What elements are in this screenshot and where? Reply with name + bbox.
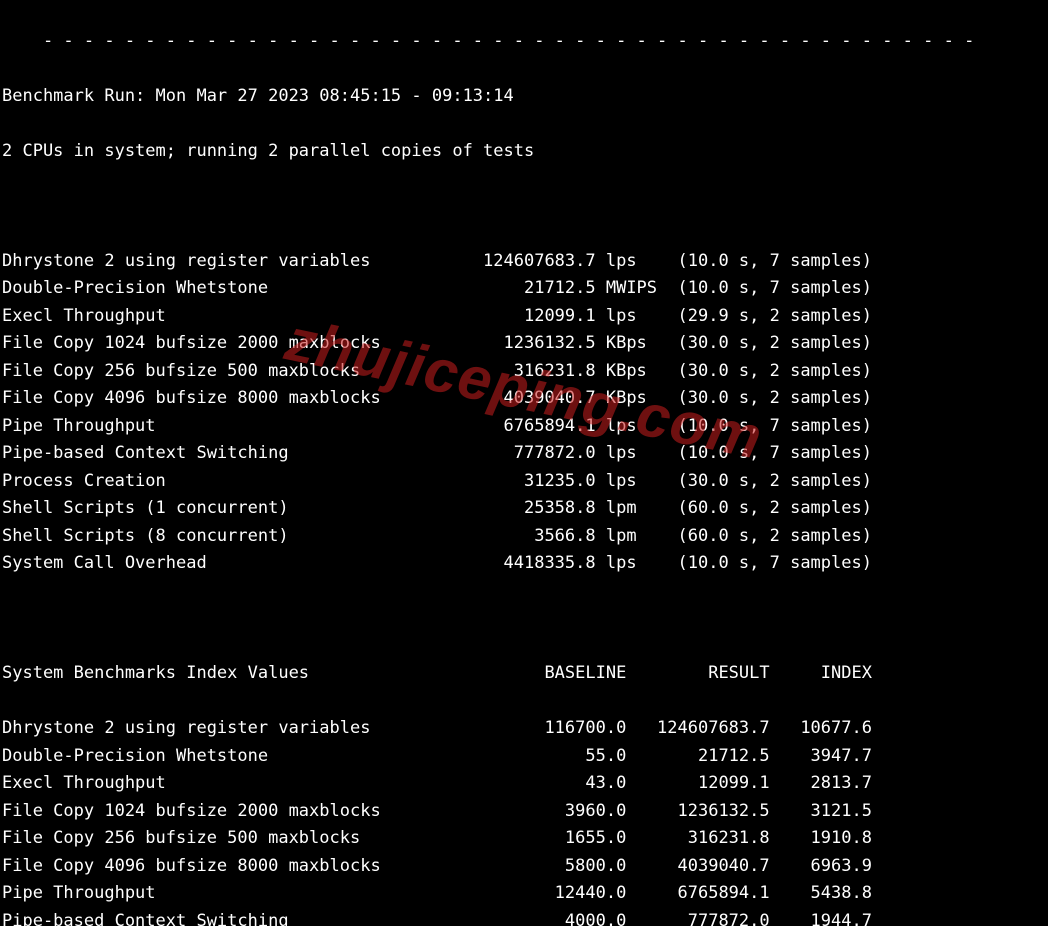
index-row: File Copy 256 bufsize 500 maxblocks 1655… — [2, 825, 1048, 853]
result-row: Shell Scripts (1 concurrent) 25358.8 lpm… — [2, 495, 1048, 523]
index-row: Pipe Throughput 12440.0 6765894.1 5438.8 — [2, 880, 1048, 908]
result-row: File Copy 1024 bufsize 2000 maxblocks 12… — [2, 330, 1048, 358]
index-header-row: System Benchmarks Index Values BASELINE … — [2, 660, 1048, 688]
result-row: Process Creation 31235.0 lps (30.0 s, 2 … — [2, 468, 1048, 496]
result-row: Double-Precision Whetstone 21712.5 MWIPS… — [2, 275, 1048, 303]
index-row: Double-Precision Whetstone 55.0 21712.5 … — [2, 743, 1048, 771]
benchmark-run-line: Benchmark Run: Mon Mar 27 2023 08:45:15 … — [2, 83, 1048, 111]
index-row: Dhrystone 2 using register variables 116… — [2, 715, 1048, 743]
blank-line — [2, 193, 1048, 221]
divider-line: - - - - - - - - - - - - - - - - - - - - … — [2, 28, 1048, 56]
terminal-output: - - - - - - - - - - - - - - - - - - - - … — [0, 0, 1048, 926]
result-row: Pipe Throughput 6765894.1 lps (10.0 s, 7… — [2, 413, 1048, 441]
cpu-count-line: 2 CPUs in system; running 2 parallel cop… — [2, 138, 1048, 166]
result-row: Dhrystone 2 using register variables 124… — [2, 248, 1048, 276]
result-row: System Call Overhead 4418335.8 lps (10.0… — [2, 550, 1048, 578]
result-row: Pipe-based Context Switching 777872.0 lp… — [2, 440, 1048, 468]
blank-line — [2, 605, 1048, 633]
index-row: Pipe-based Context Switching 4000.0 7778… — [2, 908, 1048, 926]
result-row: Execl Throughput 12099.1 lps (29.9 s, 2 … — [2, 303, 1048, 331]
index-row: Execl Throughput 43.0 12099.1 2813.7 — [2, 770, 1048, 798]
result-row: Shell Scripts (8 concurrent) 3566.8 lpm … — [2, 523, 1048, 551]
result-row: File Copy 4096 bufsize 8000 maxblocks 40… — [2, 385, 1048, 413]
result-row: File Copy 256 bufsize 500 maxblocks 3162… — [2, 358, 1048, 386]
index-row: File Copy 1024 bufsize 2000 maxblocks 39… — [2, 798, 1048, 826]
index-row: File Copy 4096 bufsize 8000 maxblocks 58… — [2, 853, 1048, 881]
